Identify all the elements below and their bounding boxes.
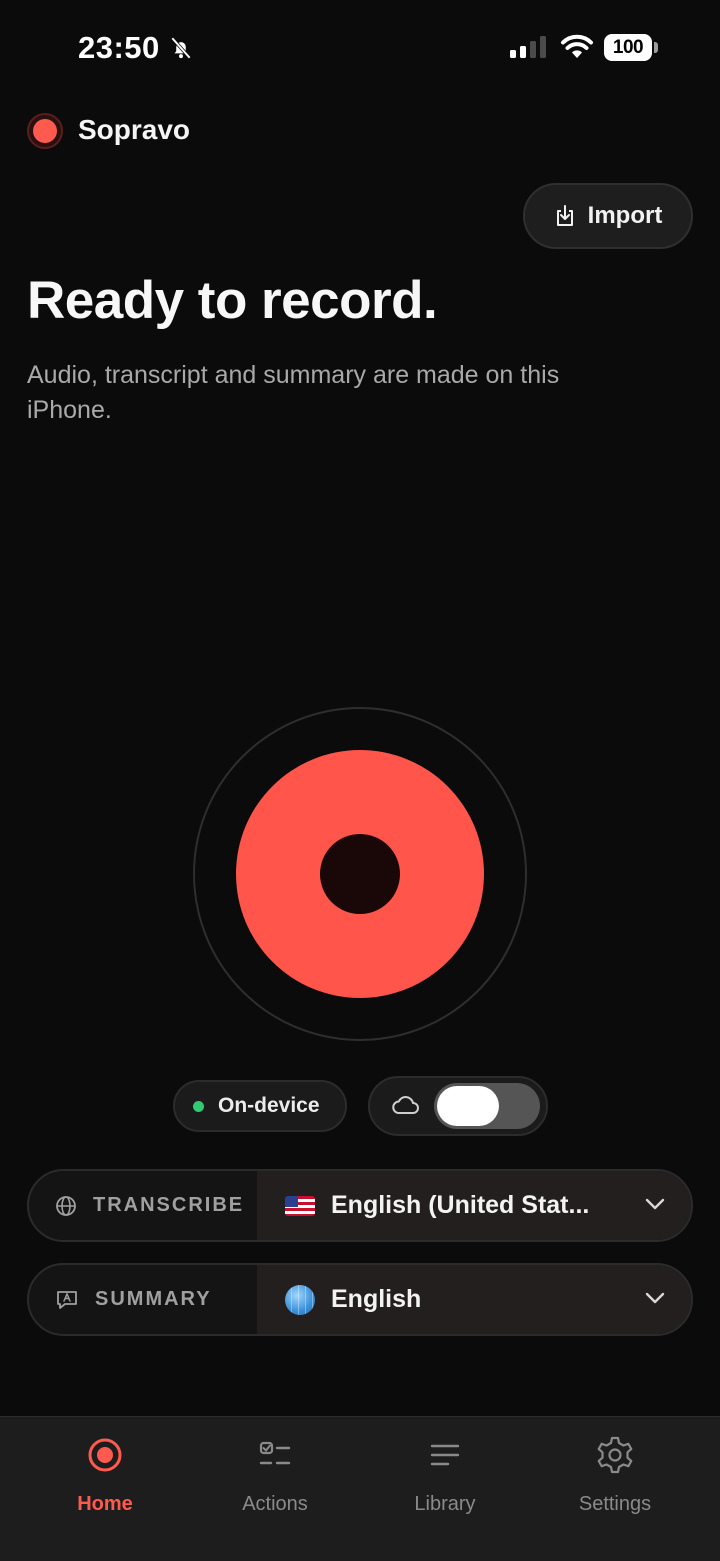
on-device-chip[interactable]: On-device	[173, 1080, 347, 1132]
summary-bubble-icon	[57, 1290, 77, 1309]
status-time: 23:50	[78, 30, 160, 65]
bell-muted-icon	[171, 37, 191, 59]
page-subtitle: Audio, transcript and summary are made o…	[27, 361, 560, 424]
cloud-icon	[392, 1096, 419, 1114]
summary-language-select[interactable]: English	[257, 1265, 691, 1334]
tab-library[interactable]: Library	[360, 1435, 530, 1516]
transcribe-language-select[interactable]: English (United Stat...	[257, 1171, 691, 1240]
us-flag-icon	[285, 1195, 315, 1216]
tab-bar: Home Actions Library Settings	[0, 1416, 720, 1561]
battery-indicator: 100	[604, 34, 652, 61]
transcribe-language-row[interactable]: TRANSCRIBE English (United Stat...	[27, 1169, 693, 1242]
chevron-down-icon	[645, 1198, 665, 1210]
checklist-icon	[259, 1441, 291, 1465]
summary-language-value: English	[331, 1285, 422, 1313]
cloud-mode-chip	[368, 1076, 548, 1136]
record-icon	[88, 1438, 122, 1472]
app-logo-icon	[27, 113, 63, 149]
import-label: Import	[587, 202, 663, 229]
summary-label: SUMMARY	[95, 1288, 212, 1310]
transcribe-label-cell: TRANSCRIBE	[29, 1171, 257, 1240]
gear-icon	[597, 1436, 633, 1474]
record-center-icon	[320, 834, 400, 914]
battery-nub	[654, 42, 658, 53]
home-screen: 23:50 100 Sopravo Import Ready to record…	[0, 0, 720, 1561]
transcribe-language-value: English (United Stat...	[331, 1191, 590, 1219]
globe-emoji-icon	[285, 1284, 315, 1315]
summary-language-row[interactable]: SUMMARY English	[27, 1263, 693, 1336]
globe-icon	[56, 1195, 76, 1216]
on-device-label: On-device	[218, 1094, 320, 1117]
list-icon	[430, 1444, 460, 1466]
app-name: Sopravo	[78, 114, 191, 145]
tab-library-label: Library	[414, 1493, 476, 1515]
summary-label-cell: SUMMARY	[29, 1265, 257, 1334]
cloud-toggle[interactable]	[434, 1083, 540, 1129]
tab-settings[interactable]: Settings	[530, 1435, 700, 1516]
import-button[interactable]: Import	[523, 183, 693, 249]
tab-home-label: Home	[77, 1493, 133, 1515]
tab-settings-label: Settings	[578, 1493, 652, 1515]
tab-actions-label: Actions	[242, 1493, 308, 1515]
toggle-knob	[437, 1086, 499, 1126]
record-button[interactable]	[236, 750, 484, 998]
tab-actions[interactable]: Actions	[190, 1435, 360, 1516]
cellular-signal-icon	[510, 36, 546, 58]
import-icon	[556, 205, 573, 226]
page-title: Ready to record.	[27, 271, 438, 330]
tab-home[interactable]: Home	[20, 1435, 190, 1516]
status-dot-icon	[193, 1100, 204, 1112]
wifi-icon	[561, 34, 593, 58]
chevron-down-icon	[645, 1292, 665, 1304]
transcribe-label: TRANSCRIBE	[93, 1194, 245, 1216]
